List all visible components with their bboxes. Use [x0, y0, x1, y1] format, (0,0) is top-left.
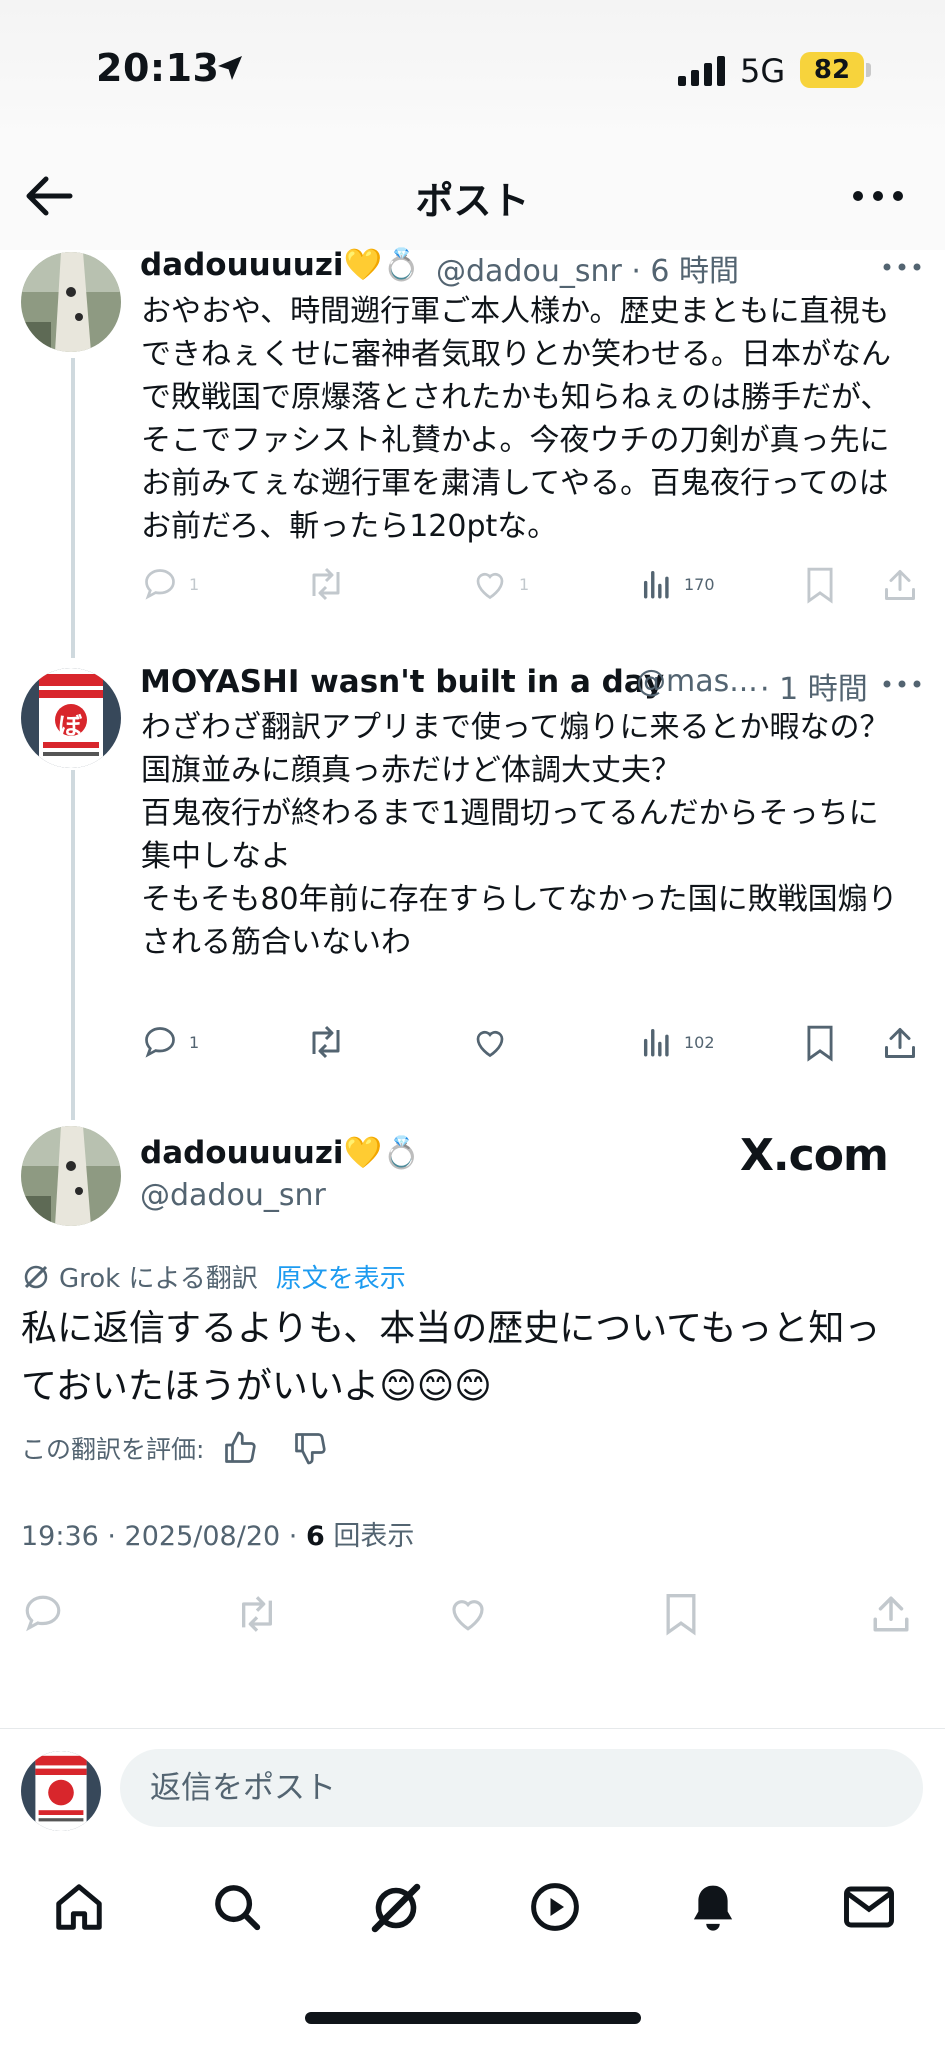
thread-line: [71, 770, 75, 1120]
notifications-bell-icon[interactable]: [686, 1880, 740, 1934]
repost-icon: [312, 1025, 340, 1059]
author-name[interactable]: dadouuuuzi💛💍: [140, 246, 421, 283]
post-timestamp: 19:36 · 2025/08/20 ·: [21, 1521, 306, 1552]
main-post-text: 私に返信するよりも、本当の歴史についてもっと知っておいたほうがいいよ😊😊😊: [21, 1308, 881, 1407]
views-button[interactable]: 102: [640, 1024, 715, 1060]
bookmark-icon[interactable]: [662, 1592, 700, 1636]
avatar[interactable]: [21, 252, 121, 352]
my-avatar[interactable]: [21, 1751, 101, 1831]
reply-button[interactable]: 1: [141, 1024, 199, 1060]
share-icon[interactable]: [882, 566, 918, 604]
watermark-logo: X.com: [740, 1130, 889, 1181]
reply-composer-bar: 返信をポスト: [0, 1728, 945, 1844]
view-count: 102: [684, 1032, 715, 1052]
location-arrow-icon: [218, 56, 242, 80]
battery-level: 82: [800, 52, 864, 88]
search-icon[interactable]: [210, 1880, 264, 1934]
repost-button[interactable]: [305, 566, 347, 602]
view-label: 回表示: [324, 1521, 415, 1552]
video-play-icon[interactable]: [528, 1880, 582, 1934]
cellular-signal-icon: [678, 56, 725, 86]
bookmark-icon[interactable]: [804, 566, 836, 604]
grok-icon: [24, 1265, 48, 1288]
reply-button[interactable]: 1: [141, 566, 199, 602]
messages-mail-icon[interactable]: [842, 1882, 896, 1932]
reply-icon: [145, 569, 175, 600]
more-options-icon[interactable]: [882, 679, 922, 689]
reply-icon[interactable]: [21, 1592, 65, 1634]
heart-icon[interactable]: [446, 1592, 490, 1634]
network-type: 5G: [740, 52, 786, 90]
status-bar: 20:13 5G 82: [0, 0, 945, 140]
post-meta: 19:36 · 2025/08/20 · 6 回表示: [21, 1514, 414, 1553]
views-button[interactable]: 170: [640, 566, 715, 602]
reply-input[interactable]: 返信をポスト: [120, 1749, 923, 1827]
battery-tip: [866, 63, 871, 77]
translation-row: Grok による翻訳 原文を表示: [21, 1258, 406, 1295]
avatar[interactable]: ぼ: [21, 668, 121, 768]
analytics-icon: [643, 570, 669, 599]
more-options-icon[interactable]: [882, 262, 922, 272]
author-handle[interactable]: @dadou_snr: [140, 1178, 326, 1213]
rate-label: この翻訳を評価:: [21, 1435, 205, 1464]
author-name[interactable]: MOYASHI wasn't built in a day: [140, 664, 664, 700]
author-handle-time[interactable]: @dadou_snr · 6 時間: [436, 246, 739, 290]
like-button[interactable]: [471, 1024, 509, 1060]
share-icon[interactable]: [882, 1024, 918, 1062]
grok-icon[interactable]: [368, 1880, 424, 1936]
reply-count: 1: [189, 574, 200, 594]
post-time: · 1 時間: [760, 672, 868, 707]
view-count: 170: [684, 574, 715, 594]
thread-line: [71, 358, 75, 658]
reply-count: 1: [189, 1032, 200, 1052]
post-text: おやおや、時間遡行軍ご本人様か。歴史まともに直視もできねぇくせに審神者気取りとか…: [141, 294, 891, 544]
reply-icon: [145, 1027, 175, 1058]
author-handle[interactable]: @mas...: [636, 664, 758, 699]
share-icon[interactable]: [870, 1592, 912, 1636]
translation-label: Grok による翻訳: [59, 1264, 258, 1294]
thumbs-up-icon[interactable]: [222, 1430, 258, 1466]
rate-translation-row: この翻訳を評価:: [21, 1430, 328, 1466]
status-time: 20:13: [96, 46, 220, 90]
home-icon[interactable]: [52, 1880, 106, 1934]
heart-icon: [476, 572, 504, 600]
author-name[interactable]: dadouuuuzi💛💍: [140, 1134, 421, 1171]
home-indicator[interactable]: [305, 2012, 641, 2024]
like-button[interactable]: 1: [471, 566, 529, 602]
view-count: 6: [305, 1521, 325, 1552]
avatar[interactable]: [21, 1126, 121, 1226]
heart-icon: [476, 1030, 504, 1058]
top-header: ポスト: [0, 140, 945, 250]
analytics-icon: [643, 1028, 669, 1057]
post-text: わざわざ翻訳アプリまで使って煽りに来るとか暇なの？ 国旗並みに顔真っ赤だけど体調…: [141, 710, 898, 960]
like-count: 1: [519, 574, 530, 594]
repost-icon: [312, 567, 340, 601]
bookmark-icon[interactable]: [804, 1024, 836, 1062]
thumbs-down-icon[interactable]: [292, 1430, 328, 1466]
repost-icon[interactable]: [232, 1594, 282, 1634]
page-title: ポスト: [415, 179, 530, 223]
more-options-icon[interactable]: [850, 186, 906, 206]
avatar-glyph: ぼ: [58, 712, 82, 740]
repost-button[interactable]: [305, 1024, 347, 1060]
show-original-link[interactable]: 原文を表示: [276, 1258, 406, 1295]
